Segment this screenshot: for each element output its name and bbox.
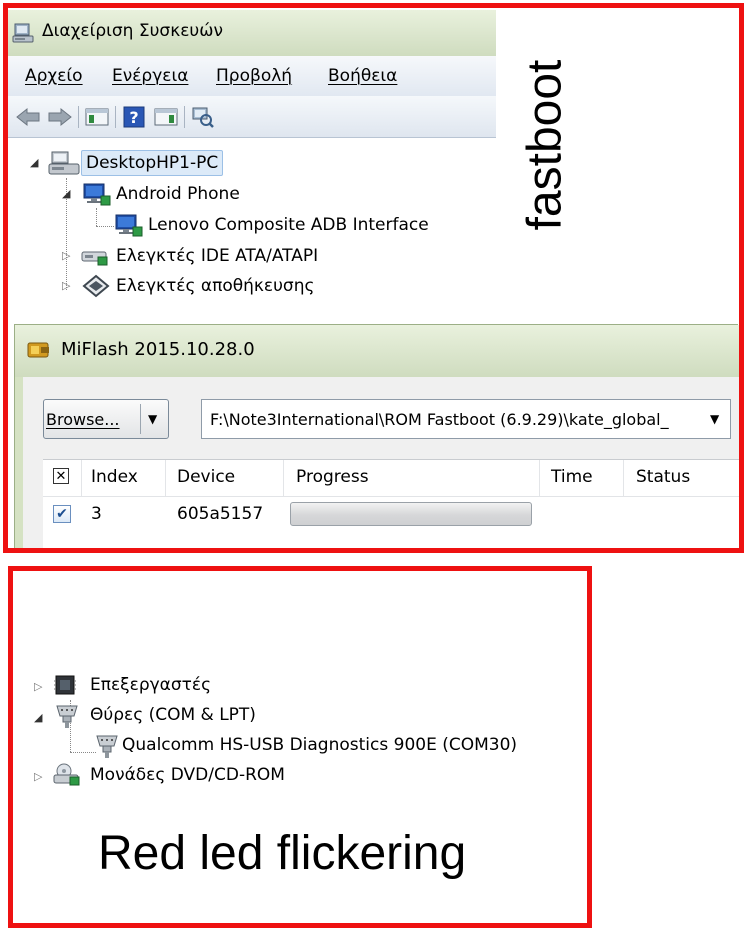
annotation-frame-top bbox=[3, 3, 744, 553]
annotation-frame-bottom bbox=[8, 566, 592, 928]
